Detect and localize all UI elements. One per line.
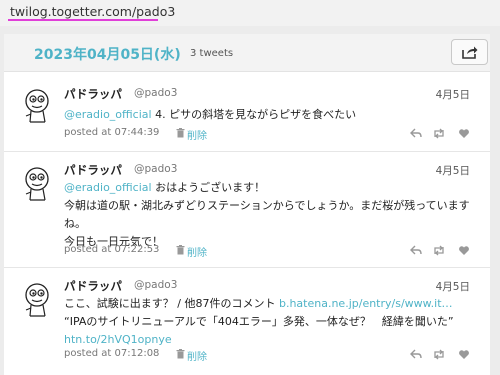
reply-icon[interactable] (410, 349, 422, 360)
tweet-count: 3 tweets (190, 48, 234, 59)
address-bar[interactable]: twilog.togetter.com/pado3 (0, 0, 500, 26)
delete-link[interactable]: 削除 (187, 348, 207, 363)
trash-icon (176, 349, 185, 359)
tweet-actions (410, 128, 472, 140)
delete-link[interactable]: 削除 (187, 244, 207, 259)
trash-icon (176, 128, 185, 138)
date-header: 2023年04月05日(水) 3 tweets (4, 34, 490, 72)
avatar[interactable] (22, 282, 54, 318)
tweet-date[interactable]: 4月5日 (436, 87, 470, 102)
posted-time[interactable]: posted at 07:12:08 (64, 348, 159, 359)
author-handle[interactable]: @pado3 (134, 87, 177, 99)
delete-link[interactable]: 削除 (187, 127, 207, 142)
date-title[interactable]: 2023年04月05日(水) (34, 44, 181, 64)
trash-icon (176, 245, 185, 255)
share-button[interactable] (451, 39, 488, 65)
heart-icon[interactable] (458, 245, 470, 256)
share-icon (462, 46, 478, 59)
retweet-icon[interactable] (432, 245, 446, 256)
tweet-date[interactable]: 4月5日 (436, 279, 470, 294)
author-name[interactable]: パドラッパ (64, 162, 122, 178)
retweet-icon[interactable] (432, 349, 446, 360)
author-name[interactable]: パドラッパ (64, 86, 122, 102)
reply-icon[interactable] (410, 128, 422, 139)
heart-icon[interactable] (458, 128, 470, 139)
author-name[interactable]: パドラッパ (64, 278, 122, 294)
reply-icon[interactable] (410, 245, 422, 256)
author-handle[interactable]: @pado3 (134, 279, 177, 291)
tweet-text-line: ここ、試験に出ます？ / 他87件のコメント (64, 297, 279, 310)
url-highlight (8, 19, 158, 21)
tweet-feed: パドラッパ @pado3 4月5日 @eradio_official 4. ピサ… (4, 72, 490, 375)
mention-link[interactable]: @eradio_official (64, 108, 152, 121)
retweet-icon[interactable] (432, 128, 446, 139)
tweet-text-line: 4. ピサの斜塔を見ながらピザを食べたい (151, 108, 357, 121)
tweet-text: ここ、試験に出ます？ / 他87件のコメント b.hatena.ne.jp/en… (64, 295, 474, 349)
tweet-item: パドラッパ @pado3 4月5日 @eradio_official 4. ピサ… (4, 72, 490, 152)
tweet-date[interactable]: 4月5日 (436, 163, 470, 178)
short-link[interactable]: htn.to/2hVQ1opnye (64, 333, 172, 346)
mention-link[interactable]: @eradio_official (64, 181, 152, 194)
tweet-text-line: “IPAのサイトリニューアルで「404エラー」多発、一体なぜ？ 経緯を聞いた” (64, 315, 454, 328)
tweet-text-line: おはようございます！ (151, 181, 266, 194)
tweet-actions (410, 245, 472, 257)
tweet-item: パドラッパ @pado3 4月5日 @eradio_official おはようご… (4, 152, 490, 268)
author-handle[interactable]: @pado3 (134, 163, 177, 175)
tweet-text: @eradio_official 4. ピサの斜塔を見ながらピザを食べたい (64, 106, 474, 124)
avatar[interactable] (22, 166, 54, 202)
heart-icon[interactable] (458, 349, 470, 360)
tweet-text: @eradio_official おはようございます！ 今朝は道の駅・湖北みずど… (64, 179, 474, 251)
hatena-link[interactable]: b.hatena.ne.jp/entry/s/www.it… (279, 297, 453, 310)
avatar[interactable] (22, 88, 54, 124)
posted-time[interactable]: posted at 07:44:39 (64, 127, 159, 138)
tweet-text-line: 今朝は道の駅・湖北みずどりステーションからでしょうか。まだ桜が残っていますね。 (64, 199, 470, 230)
posted-time[interactable]: posted at 07:22:53 (64, 244, 159, 255)
tweet-item: パドラッパ @pado3 4月5日 ここ、試験に出ます？ / 他87件のコメント… (4, 268, 490, 375)
tweet-actions (410, 349, 472, 361)
url-text[interactable]: twilog.togetter.com/pado3 (10, 4, 175, 19)
